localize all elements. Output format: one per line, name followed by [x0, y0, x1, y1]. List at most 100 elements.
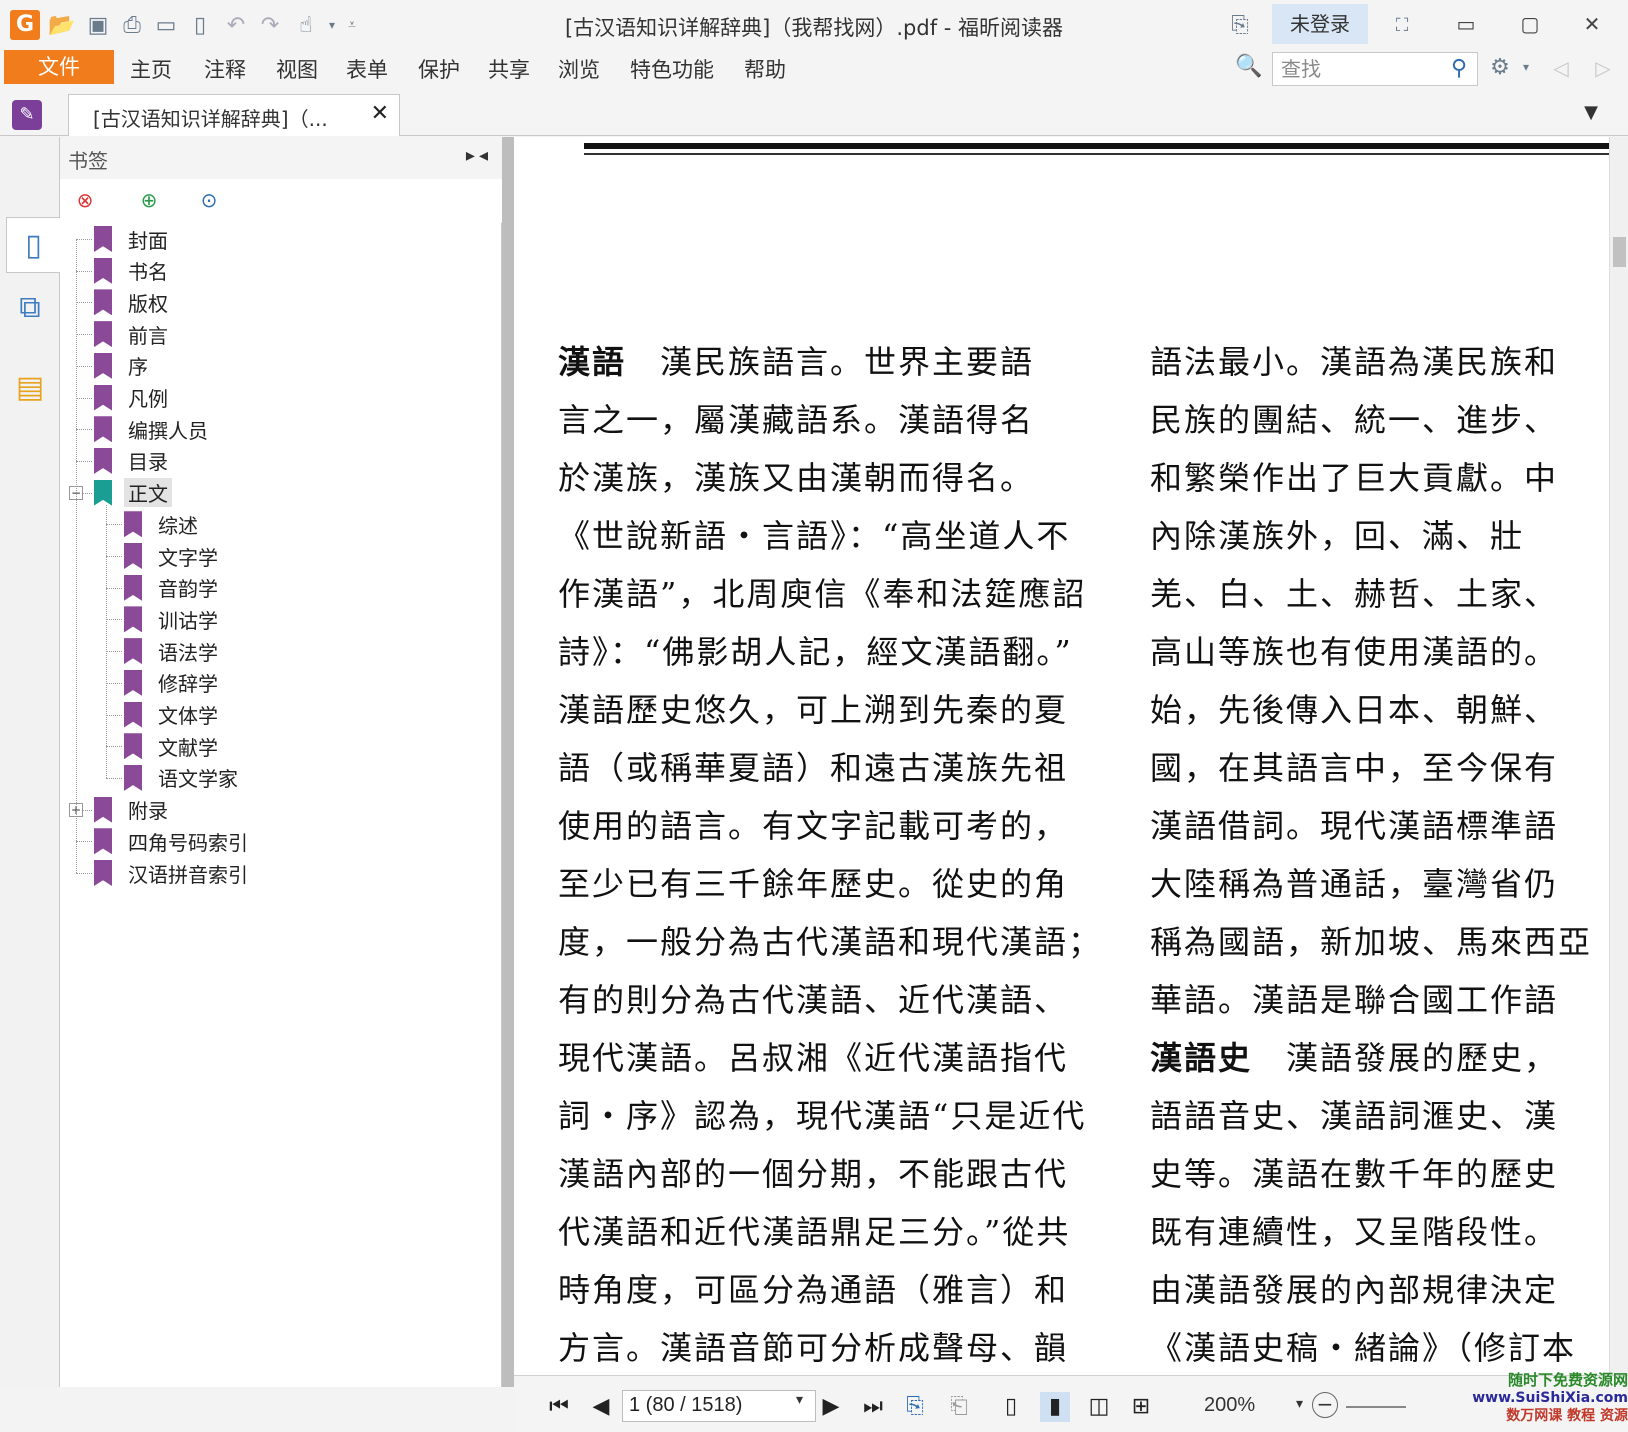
vertical-scrollbar[interactable]	[1609, 137, 1628, 1375]
scan-icon[interactable]: ▭	[152, 12, 180, 38]
hand-tool-icon[interactable]: ☝	[292, 12, 320, 38]
close-window-button[interactable]: ✕	[1572, 8, 1612, 40]
add-bookmark-icon[interactable]: ⊕	[134, 185, 164, 215]
bookmark-flag-icon	[124, 638, 142, 665]
reader-mode-icon[interactable]: ✎	[12, 100, 42, 130]
save-icon[interactable]: ▣	[84, 12, 112, 38]
text-line: 國，在其語言中，至今保有	[1150, 739, 1609, 797]
last-page-icon[interactable]: ⏭	[858, 1392, 888, 1422]
bookmark-item[interactable]: 序	[94, 350, 152, 382]
menu-form[interactable]: 表单	[346, 54, 388, 84]
search-input[interactable]	[1273, 53, 1443, 85]
line-text: 語語音史、漢語詞滙史、漢	[1150, 1097, 1559, 1135]
foxit-logo-icon[interactable]: G	[10, 10, 40, 40]
settings-dropdown-icon[interactable]: ▾	[1512, 54, 1540, 80]
bookmark-label: 四角号码索引	[128, 830, 248, 855]
share-icon[interactable]: ⎘	[1226, 12, 1254, 38]
vertical-scrollbar-thumb[interactable]	[1613, 237, 1626, 267]
print-icon[interactable]: ⎙	[118, 12, 146, 38]
menu-browse[interactable]: 浏览	[558, 54, 600, 84]
bookmark-item[interactable]: 编撰人员	[94, 413, 212, 445]
bookmark-label: 正文	[124, 478, 172, 508]
text-line: 大陸稱為普通話，臺灣省仍	[1150, 855, 1609, 913]
previous-page-icon[interactable]: ◀	[586, 1392, 616, 1422]
tree-connector	[106, 777, 122, 779]
menu-share[interactable]: 共享	[488, 54, 530, 84]
customize-toolbar-icon[interactable]: ⩡	[338, 12, 366, 38]
text-line: 漢語歷史悠久，可上溯到先秦的夏	[558, 681, 1088, 739]
bookmark-item[interactable]: 目录	[94, 445, 172, 477]
menu-protect[interactable]: 保护	[418, 54, 460, 84]
advanced-search-icon[interactable]: 🔍	[1234, 54, 1264, 82]
bookmark-item[interactable]: 凡例	[94, 382, 172, 414]
bookmark-item[interactable]: 四角号码索引	[94, 825, 252, 857]
document-tab[interactable]: [古汉语知识详解辞典]（... ✕	[68, 94, 400, 136]
bookmark-item[interactable]: 封面	[94, 223, 172, 255]
continuous-view-icon[interactable]: ▮	[1040, 1392, 1070, 1422]
zoom-level[interactable]: 200%	[1204, 1394, 1255, 1417]
undo-icon[interactable]: ↶	[222, 12, 250, 38]
tree-connector	[76, 873, 92, 874]
collapse-panel-icon[interactable]: ▸◂	[466, 145, 492, 166]
line-text: 漢語內部的一個分期，不能跟古代	[558, 1155, 1069, 1193]
bookmark-flag-icon	[94, 447, 112, 474]
single-page-icon[interactable]: ⎗	[944, 1392, 974, 1422]
maximize-button[interactable]: ▢	[1510, 8, 1550, 40]
zoom-out-button[interactable]: −	[1312, 1392, 1338, 1418]
page-header-rule-thin	[584, 153, 1609, 155]
bookmark-item[interactable]: 文献学	[124, 730, 222, 762]
bookmark-item[interactable]: 文体学	[124, 699, 222, 731]
bookmark-item[interactable]: 综述	[124, 508, 202, 540]
search-icon[interactable]: ⚲	[1445, 55, 1473, 83]
menu-file[interactable]: 文件	[4, 50, 114, 84]
bookmark-item[interactable]: 语文学家	[124, 762, 242, 794]
minimize-button[interactable]: ▭	[1446, 8, 1486, 40]
menu-home[interactable]: 主页	[130, 54, 172, 84]
new-document-icon[interactable]: ▯	[186, 12, 214, 38]
bookmark-item[interactable]: 音韵学	[124, 572, 222, 604]
bookmark-item[interactable]: 文字学	[124, 540, 222, 572]
bookmark-item[interactable]: 汉语拼音索引	[94, 857, 252, 889]
page-number-field[interactable]: 1 (80 / 1518)	[622, 1390, 816, 1422]
document-viewport[interactable]: 漢語 漢民族語言。世界主要語 言之一，屬漢藏語系。漢語得名 於漢族，漢族又由漢朝而得…	[514, 137, 1609, 1375]
bookmark-label: 序	[128, 355, 148, 380]
login-button[interactable]: 未登录	[1272, 4, 1368, 44]
gear-icon[interactable]: ⚙	[1486, 54, 1514, 80]
bookmark-item[interactable]: 训诂学	[124, 603, 222, 635]
single-page-view-icon[interactable]: ▯	[996, 1392, 1026, 1422]
open-folder-icon[interactable]: 📂	[48, 12, 76, 38]
bookmark-flag-icon	[124, 733, 142, 760]
bookmark-item[interactable]: 语法学	[124, 635, 222, 667]
bookmark-item[interactable]: 前言	[94, 318, 172, 350]
zoom-slider[interactable]	[1346, 1406, 1406, 1408]
bookmark-item[interactable]: 附录	[94, 794, 172, 826]
tab-list-dropdown-icon[interactable]: ▼	[1584, 102, 1598, 123]
scroll-mode-icon[interactable]: ⎘	[900, 1392, 930, 1422]
delete-bookmark-icon[interactable]: ⊗	[70, 185, 100, 215]
line-text: 由漢語發展的內部規律決定	[1150, 1271, 1559, 1309]
page-thumbnails-icon[interactable]: ⧉	[6, 279, 54, 335]
next-page-icon[interactable]: ▶	[816, 1392, 846, 1422]
bookmark-flag-icon	[124, 574, 142, 601]
bookmark-item[interactable]: 书名	[94, 255, 172, 287]
page-dropdown-icon[interactable]: ▾	[796, 1392, 803, 1408]
bookmark-item[interactable]: 修辞学	[124, 667, 222, 699]
zoom-dropdown-icon[interactable]: ▾	[1296, 1396, 1303, 1412]
bookmarks-panel-icon[interactable]: ▯	[6, 217, 60, 273]
continuous-facing-view-icon[interactable]: ⊞	[1126, 1392, 1156, 1422]
facing-view-icon[interactable]: ◫	[1084, 1392, 1114, 1422]
menu-help[interactable]: 帮助	[744, 54, 786, 84]
bookmark-item[interactable]: 版权	[94, 286, 172, 318]
panel-splitter[interactable]	[502, 137, 514, 1387]
first-page-icon[interactable]: ⏮	[544, 1392, 574, 1422]
goto-bookmark-icon[interactable]: ⊙	[194, 185, 224, 215]
next-view-icon[interactable]: ▷	[1590, 56, 1616, 82]
menu-view[interactable]: 视图	[276, 54, 318, 84]
menu-comment[interactable]: 注释	[204, 54, 246, 84]
comments-panel-icon[interactable]: ▤	[6, 359, 54, 415]
redo-icon[interactable]: ↷	[256, 12, 284, 38]
menu-features[interactable]: 特色功能	[630, 54, 714, 84]
previous-view-icon[interactable]: ◁	[1548, 56, 1574, 82]
fullscreen-icon[interactable]: ⛶	[1388, 12, 1416, 38]
close-tab-icon[interactable]: ✕	[371, 101, 389, 126]
